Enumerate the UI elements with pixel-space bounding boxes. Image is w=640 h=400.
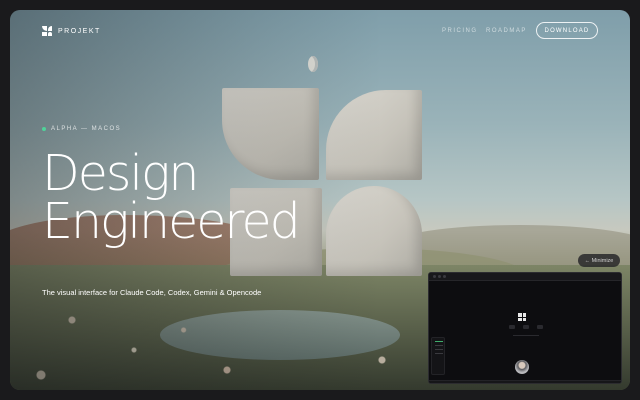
brand-name: PROJEKT [58, 27, 101, 35]
brand-logo[interactable]: PROJEKT [42, 26, 101, 36]
preview-statusbar [429, 380, 621, 383]
status-dot-icon [42, 127, 46, 131]
preview-logo-icon [518, 313, 526, 321]
preview-sidebar-item [435, 345, 443, 346]
hero-subtitle: The visual interface for Claude Code, Co… [42, 288, 262, 297]
nav-link-pricing[interactable]: PRICING [442, 28, 478, 34]
minimize-button[interactable]: ← Minimize [578, 254, 620, 267]
hero-frame: PROJEKT PRICING ROADMAP DOWNLOAD ALPHA —… [10, 10, 630, 390]
window-dot-icon [433, 275, 436, 278]
top-nav: PROJEKT PRICING ROADMAP DOWNLOAD [10, 10, 630, 54]
page-title-line-1: Design [42, 145, 199, 202]
preview-actions [509, 325, 543, 329]
app-preview-window[interactable] [428, 272, 622, 384]
preview-sidebar-item [435, 349, 443, 350]
logo-icon [42, 26, 52, 36]
preview-sidebar-item [435, 353, 443, 354]
preview-divider [513, 335, 539, 336]
download-button[interactable]: DOWNLOAD [536, 22, 598, 39]
preview-sidebar [431, 337, 445, 375]
window-dot-icon [438, 275, 441, 278]
status-badge-label: ALPHA — MACOS [51, 126, 122, 132]
preview-action [523, 325, 529, 329]
status-badge: ALPHA — MACOS [42, 126, 121, 132]
page-title: Design Engineered [42, 145, 301, 250]
nav-link-roadmap[interactable]: ROADMAP [486, 28, 527, 34]
window-dot-icon [443, 275, 446, 278]
avatar [515, 360, 529, 374]
preview-titlebar [429, 273, 621, 281]
page-title-line-2: Engineered [42, 193, 301, 250]
preview-action [537, 325, 543, 329]
preview-action [509, 325, 515, 329]
preview-sidebar-item [435, 341, 443, 342]
